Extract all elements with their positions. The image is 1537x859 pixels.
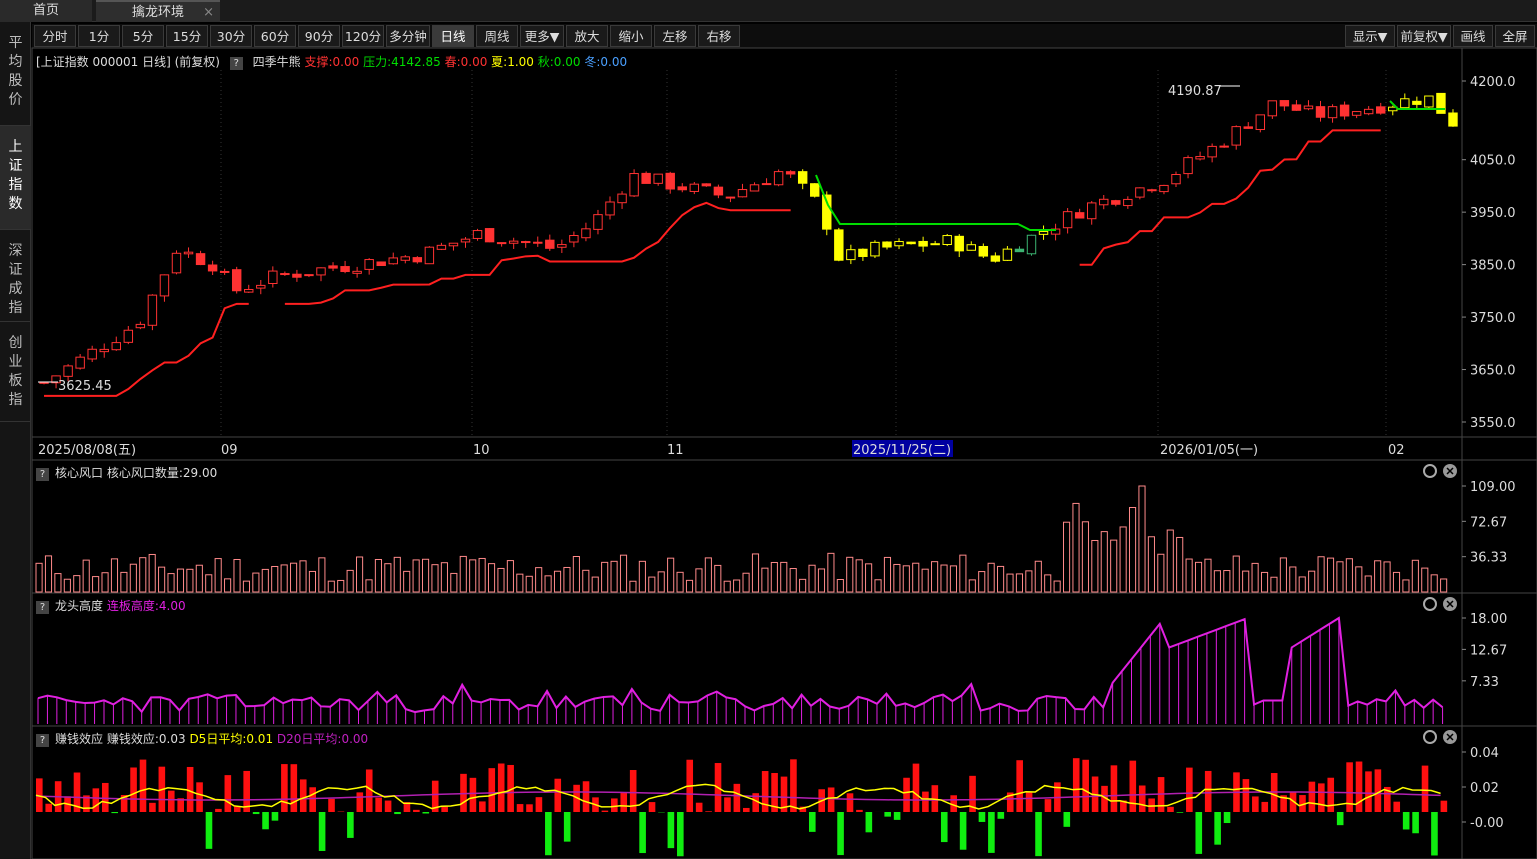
sidebar-item-2[interactable]: 深证成指 <box>0 230 31 322</box>
help-icon[interactable]: ? <box>36 468 49 481</box>
sidebar-item-3[interactable]: 创业板指 <box>0 322 31 422</box>
support-value: 支撑:0.00 <box>304 55 360 69</box>
panel2-title: 龙头高度 <box>55 599 104 613</box>
panel1-title: 核心风口 <box>55 466 104 480</box>
sidebar-item-0[interactable]: 平均股价 <box>0 22 31 126</box>
panel3-d5: D5日平均:0.01 <box>189 732 274 746</box>
winter-value: 冬:0.00 <box>584 55 628 69</box>
toolbar-btn-9[interactable]: 日线 <box>432 25 474 47</box>
toolbar-btn-4[interactable]: 30分 <box>210 25 252 47</box>
panel2-value: 连板高度:4.00 <box>106 599 186 613</box>
autumn-value: 秋:0.00 <box>537 55 581 69</box>
panel1-info: ? 核心风口 核心风口数量:29.00 <box>36 464 217 481</box>
panel3-value: 赚钱效应:0.03 <box>106 732 186 746</box>
toolbar-btn-3[interactable]: 15分 <box>166 25 208 47</box>
toolbar-btn-15[interactable]: 右移 <box>698 25 740 47</box>
period-toolbar: 分时 1分 5分 15分 30分 60分 90分 120分 多分钟 日线 周线 更多▼ 放大 缩小 左移 右移… <box>32 24 1537 48</box>
toolbar-btn-10[interactable]: 周线 <box>476 25 518 47</box>
tab-qinlong-label: 擒龙环境 <box>131 5 184 20</box>
tab-home-label: 首页 <box>32 3 59 18</box>
tab-home[interactable]: 首页 <box>0 0 92 22</box>
toolbar-btn-11[interactable]: 更多▼ <box>520 25 564 47</box>
close-icon[interactable]: × <box>203 2 214 24</box>
sidebar-item-1[interactable]: 上证指数 <box>0 126 31 230</box>
chart-area: [上证指数 000001 日线] (前复权) ? 四季牛熊 支撑:0.00 压力… <box>32 50 1537 859</box>
panel3-title: 赚钱效应 <box>55 732 104 746</box>
toolbar-btn-7[interactable]: 120分 <box>342 25 384 47</box>
toolbar-btn-12[interactable]: 放大 <box>566 25 608 47</box>
toolbar-right-btn-1[interactable]: 前复权▼ <box>1397 25 1451 47</box>
toolbar-btn-2[interactable]: 5分 <box>122 25 164 47</box>
toolbar-btn-14[interactable]: 左移 <box>654 25 696 47</box>
panel1-value: 核心风口数量:29.00 <box>106 466 218 480</box>
spring-value: 春:0.00 <box>444 55 488 69</box>
toolbar-right-btn-2[interactable]: 画线 <box>1453 25 1493 47</box>
main-info-bar: [上证指数 000001 日线] (前复权) ? 四季牛熊 支撑:0.00 压力… <box>36 53 627 70</box>
index-sidebar: 平均股价上证指数深证成指创业板指 <box>0 22 31 859</box>
help-icon[interactable]: ? <box>229 57 243 70</box>
summer-value: 夏:1.00 <box>491 55 534 69</box>
panel3-info: ? 赚钱效应 赚钱效应:0.03 D5日平均:0.01 D20日平均:0.00 <box>36 730 368 747</box>
main-title: [上证指数 000001 日线] (前复权) <box>36 55 220 69</box>
help-icon[interactable]: ? <box>36 734 49 747</box>
panel2-info: ? 龙头高度 连板高度:4.00 <box>36 597 186 614</box>
tab-bar: 首页 擒龙环境 × <box>0 0 1537 22</box>
pressure-value: 压力:4142.85 <box>363 55 441 69</box>
toolbar-right-btn-3[interactable]: 全屏 <box>1495 25 1535 47</box>
toolbar-right-btn-0[interactable]: 显示▼ <box>1345 25 1395 47</box>
help-icon[interactable]: ? <box>36 601 49 614</box>
toolbar-btn-6[interactable]: 90分 <box>298 25 340 47</box>
toolbar-btn-13[interactable]: 缩小 <box>610 25 652 47</box>
tab-qinlong[interactable]: 擒龙环境 × <box>96 0 220 22</box>
toolbar-btn-1[interactable]: 1分 <box>78 25 120 47</box>
toolbar-btn-0[interactable]: 分时 <box>34 25 76 47</box>
toolbar-btn-8[interactable]: 多分钟 <box>386 25 430 47</box>
indicator-name: 四季牛熊 <box>252 55 301 69</box>
panel3-d20: D20日平均:0.00 <box>276 732 369 746</box>
toolbar-btn-5[interactable]: 60分 <box>254 25 296 47</box>
